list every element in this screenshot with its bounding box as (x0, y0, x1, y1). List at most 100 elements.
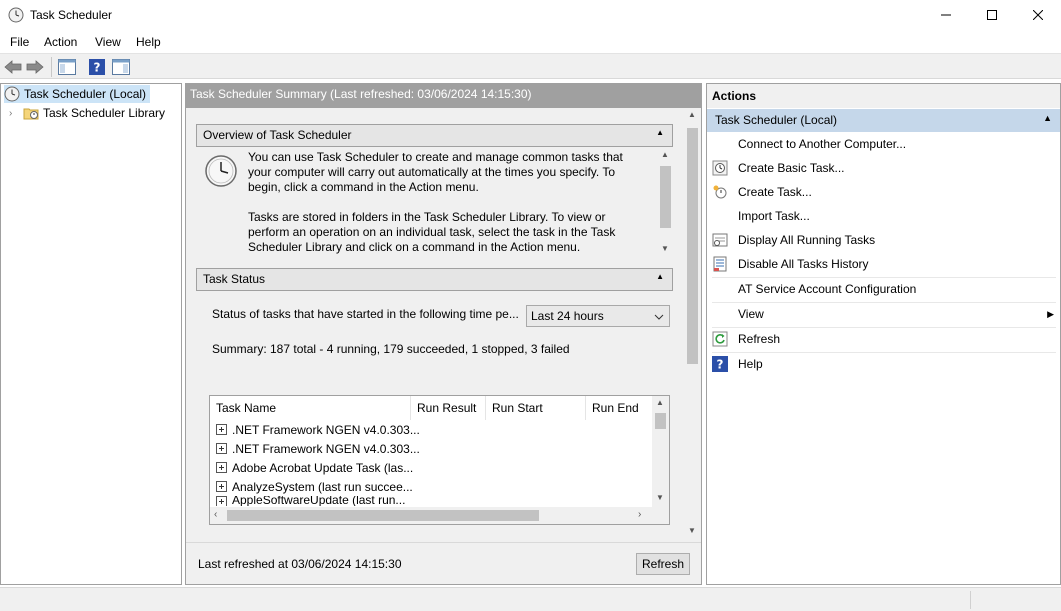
summary-scrollbar[interactable]: ▲ ▼ (684, 108, 701, 542)
grid-hscroll-thumb[interactable] (227, 510, 539, 521)
menu-help[interactable]: Help (136, 35, 161, 49)
folder-clock-icon (23, 108, 39, 120)
column-header-run-start[interactable]: Run Start (486, 396, 586, 420)
action-refresh[interactable]: Refresh (707, 327, 1060, 351)
expand-plus-icon[interactable] (216, 481, 227, 492)
show-hide-console-tree-button[interactable] (57, 57, 77, 77)
back-button[interactable] (3, 57, 23, 77)
tree-item-task-scheduler-library[interactable]: › Task Scheduler Library (9, 104, 165, 122)
console-tree: Task Scheduler (Local) › Task Scheduler … (0, 83, 182, 585)
table-row[interactable]: AnalyzeSystem (last run succee... (216, 477, 413, 496)
scroll-down-icon[interactable]: ▼ (661, 244, 669, 253)
running-tasks-icon (712, 233, 728, 247)
scroll-down-icon[interactable]: ▼ (656, 493, 664, 502)
expand-plus-icon[interactable] (216, 496, 227, 506)
menu-file[interactable]: File (10, 35, 29, 49)
actions-group-label: Task Scheduler (Local) (715, 113, 838, 127)
help-toolbar-button[interactable]: ? (87, 57, 107, 77)
collapse-arrow-icon[interactable]: ▲ (656, 128, 664, 137)
collapse-arrow-icon[interactable]: ▲ (1043, 113, 1052, 123)
grid-vscroll-thumb[interactable] (655, 413, 666, 429)
task-status-grid[interactable]: Task Name Run Result Run Start Run End .… (209, 395, 670, 525)
expand-plus-icon[interactable] (216, 424, 227, 435)
column-header-task-name[interactable]: Task Name (210, 396, 411, 420)
overview-line: perform an operation on an individual ta… (248, 225, 616, 239)
maximize-button[interactable] (969, 0, 1015, 30)
actions-group-header[interactable]: Task Scheduler (Local) ▲ (707, 109, 1060, 132)
action-at-service-account-configuration[interactable]: AT Service Account Configuration (707, 277, 1060, 301)
grid-horizontal-scrollbar[interactable]: ‹ › (210, 507, 669, 524)
overview-line: Scheduler Library and click on a command… (248, 240, 581, 254)
create-task-icon (713, 185, 727, 199)
section-title: Task Status (203, 272, 266, 286)
table-row[interactable]: .NET Framework NGEN v4.0.303... (216, 439, 420, 458)
scroll-left-icon[interactable]: ‹ (214, 509, 217, 520)
overview-scrollbar[interactable]: ▲ ▼ (657, 148, 673, 258)
action-create-basic-task[interactable]: Create Basic Task... (707, 156, 1060, 180)
minimize-button[interactable] (923, 0, 969, 30)
forward-arrow-icon (26, 60, 44, 74)
action-label: Help (738, 357, 763, 371)
action-connect-to-another-computer[interactable]: Connect to Another Computer... (707, 132, 1060, 156)
action-label: Import Task... (738, 209, 810, 223)
action-view[interactable]: View ▶ (707, 302, 1060, 326)
task-name-cell: .NET Framework NGEN v4.0.303... (232, 441, 420, 456)
column-header-run-result[interactable]: Run Result (411, 396, 486, 420)
overview-line: your computer will carry out automatical… (248, 165, 616, 179)
menu-bar: File Action View Help (0, 31, 1061, 53)
overview-text: You can use Task Scheduler to create and… (248, 150, 648, 255)
last-refreshed-text: Last refreshed at 03/06/2024 14:15:30 (198, 557, 402, 571)
overview-line: begin, click a command in the Action men… (248, 180, 479, 194)
table-row[interactable]: .NET Framework NGEN v4.0.303... (216, 420, 420, 439)
tree-item-task-scheduler-local[interactable]: Task Scheduler (Local) (4, 85, 151, 103)
scroll-down-icon[interactable]: ▼ (688, 526, 696, 535)
action-create-task[interactable]: Create Task... (707, 180, 1060, 204)
show-hide-action-pane-button[interactable] (111, 57, 131, 77)
task-status-section-header[interactable]: Task Status ▲ (196, 268, 673, 291)
table-row[interactable]: AppleSoftwareUpdate (last run... (216, 496, 405, 506)
toolbar-separator (51, 57, 52, 77)
chevron-right-icon[interactable]: › (9, 108, 19, 119)
task-scheduler-clock-icon (8, 7, 24, 23)
actions-title: Actions (707, 84, 1060, 108)
menu-view[interactable]: View (95, 35, 121, 49)
svg-text:?: ? (94, 61, 101, 75)
task-scheduler-clock-icon (4, 86, 20, 102)
action-label: AT Service Account Configuration (738, 282, 917, 296)
overview-scroll-thumb[interactable] (660, 166, 671, 228)
scroll-up-icon[interactable]: ▲ (656, 398, 664, 407)
maximize-icon (987, 10, 997, 20)
scroll-right-icon[interactable]: › (638, 509, 641, 520)
action-help[interactable]: ? Help (707, 352, 1060, 376)
scroll-up-icon[interactable]: ▲ (688, 110, 696, 119)
task-name-cell: Adobe Acrobat Update Task (las... (232, 460, 414, 475)
title-bar: Task Scheduler (0, 0, 1061, 31)
column-header-run-end[interactable]: Run End (586, 396, 650, 420)
menu-action[interactable]: Action (44, 35, 77, 49)
tree-item-label: Task Scheduler Library (43, 106, 166, 120)
action-display-all-running-tasks[interactable]: Display All Running Tasks (707, 228, 1060, 252)
scroll-up-icon[interactable]: ▲ (661, 150, 669, 159)
time-period-dropdown[interactable]: Last 24 hours (526, 305, 670, 327)
clock-icon (205, 155, 237, 187)
table-row[interactable]: Adobe Acrobat Update Task (las... (216, 458, 413, 477)
help-icon: ? (89, 59, 105, 75)
action-label: Refresh (738, 332, 781, 346)
tasks-history-icon (713, 256, 727, 272)
close-button[interactable] (1015, 0, 1061, 30)
overview-section-header[interactable]: Overview of Task Scheduler ▲ (196, 124, 673, 147)
expand-plus-icon[interactable] (216, 462, 227, 473)
action-disable-all-tasks-history[interactable]: Disable All Tasks History (707, 252, 1060, 276)
show-hide-action-pane-icon (112, 59, 130, 75)
grid-vertical-scrollbar[interactable]: ▲ ▼ (652, 396, 669, 508)
refresh-button[interactable]: Refresh (636, 553, 690, 575)
forward-button[interactable] (25, 57, 45, 77)
create-basic-task-icon (712, 160, 728, 176)
window-title: Task Scheduler (30, 8, 113, 22)
collapse-arrow-icon[interactable]: ▲ (656, 272, 664, 281)
summary-scroll-thumb[interactable] (687, 128, 698, 364)
submenu-arrow-icon: ▶ (1047, 308, 1054, 319)
action-import-task[interactable]: Import Task... (707, 204, 1060, 228)
summary-header: Task Scheduler Summary (Last refreshed: … (186, 84, 701, 108)
expand-plus-icon[interactable] (216, 443, 227, 454)
